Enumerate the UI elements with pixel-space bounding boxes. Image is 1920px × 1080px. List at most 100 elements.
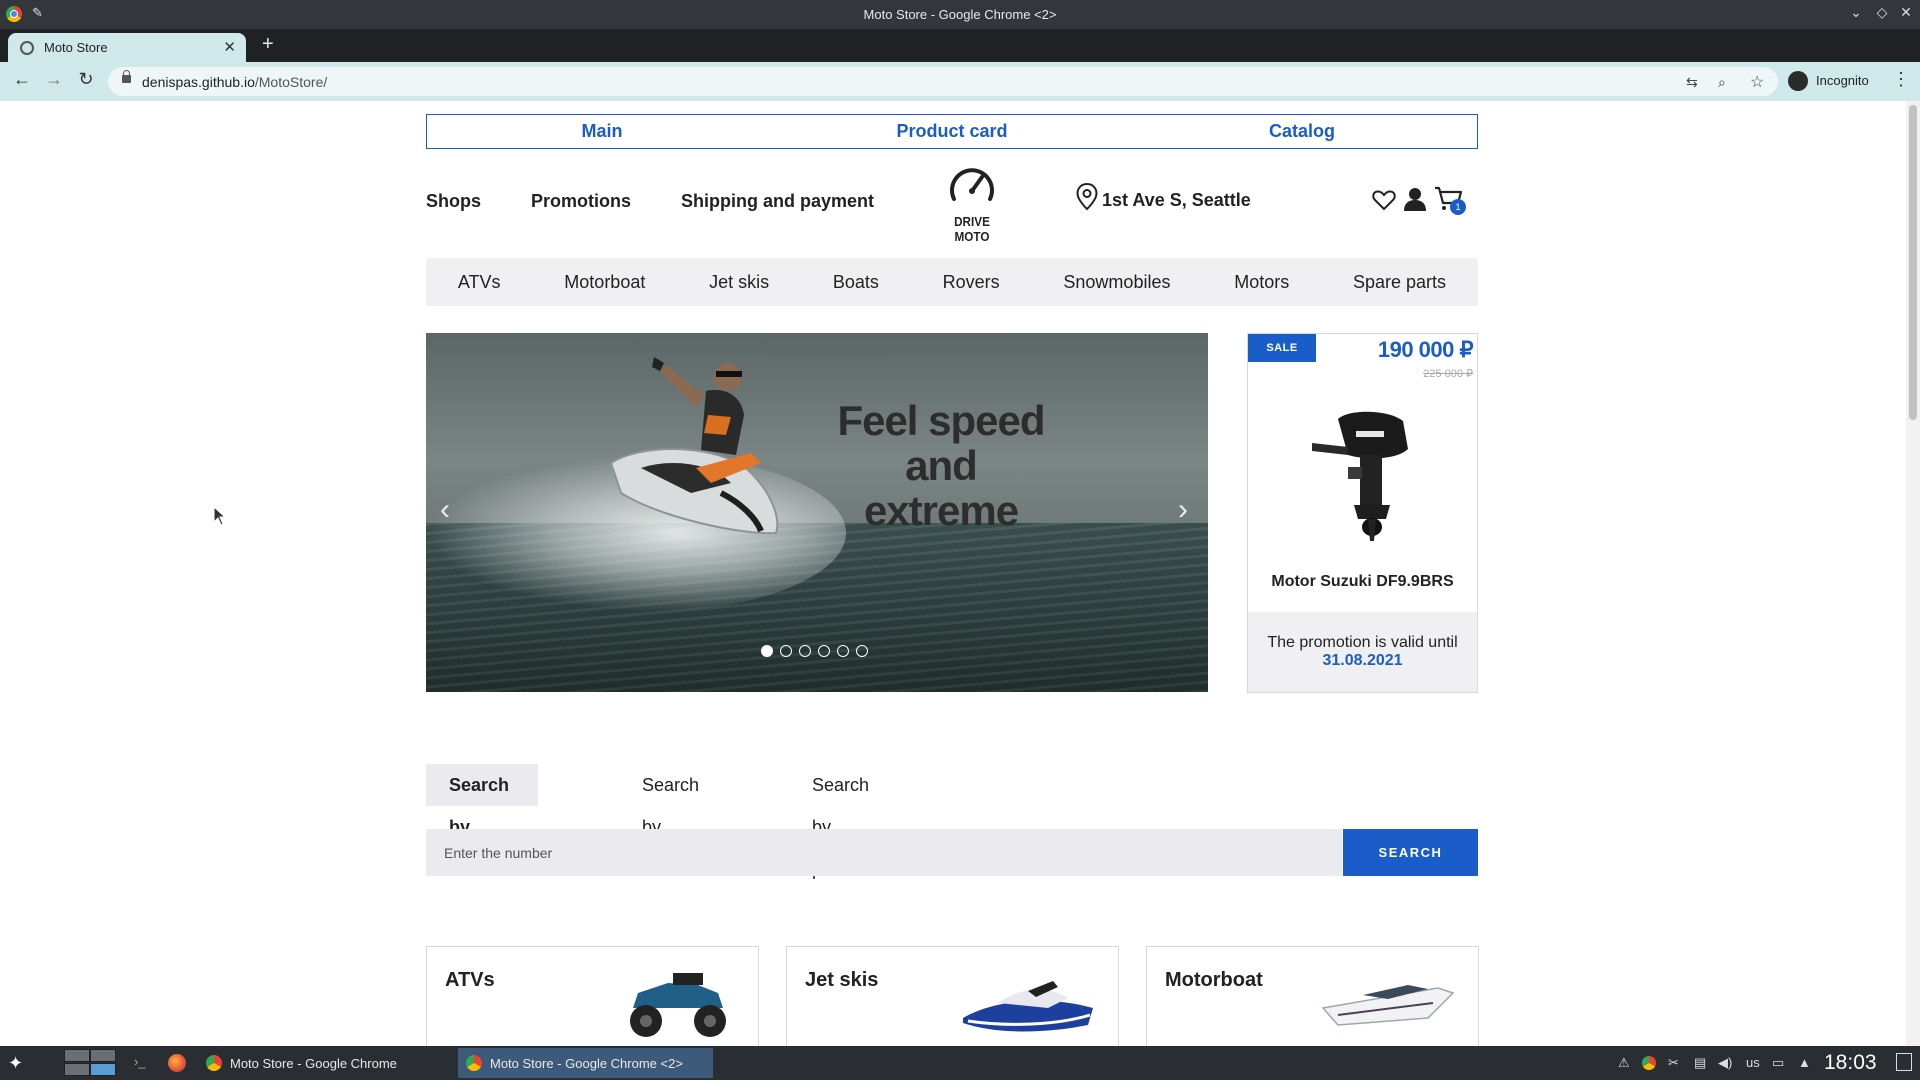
card-atvs[interactable]: ATVs xyxy=(426,946,759,1046)
sale-product-card[interactable]: SALE 190 000 ₽ 225 000 ₽ Motor Suzuki DF… xyxy=(1247,333,1478,693)
bookmark-star-icon[interactable]: ☆ xyxy=(1750,72,1764,92)
nav-product-card[interactable]: Product card xyxy=(777,115,1127,148)
sale-product-name[interactable]: Motor Suzuki DF9.9BRS xyxy=(1248,573,1477,591)
reload-icon[interactable]: ↻ xyxy=(74,69,98,90)
motorboat-image xyxy=(1321,985,1455,1026)
speedometer-icon xyxy=(950,168,994,201)
location-text: 1st Ave S, Seattle xyxy=(1102,190,1251,210)
taskbar-task-chrome-2[interactable]: Moto Store - Google Chrome <2> xyxy=(458,1048,713,1078)
card-motorboat[interactable]: Motorboat xyxy=(1146,946,1479,1046)
site-logo[interactable]: DRIVE MOTO xyxy=(936,165,1016,244)
firefox-icon[interactable] xyxy=(168,1054,186,1072)
volume-icon[interactable]: ◀) xyxy=(1718,1055,1732,1071)
rider-illustration xyxy=(652,357,744,455)
slider-dot-6[interactable] xyxy=(856,645,868,657)
workspace-4[interactable] xyxy=(90,1063,116,1076)
incognito-indicator[interactable]: Incognito xyxy=(1786,68,1880,94)
promo-date: 31.08.2021 xyxy=(1322,652,1403,669)
zoom-icon[interactable]: ⌕ xyxy=(1718,74,1726,91)
heart-icon[interactable] xyxy=(1372,189,1396,211)
user-icon[interactable] xyxy=(1404,187,1426,211)
category-snowmobiles[interactable]: Snowmobiles xyxy=(1063,272,1170,293)
logo-text: DRIVE MOTO xyxy=(954,214,990,244)
workspace-pager[interactable] xyxy=(62,1049,118,1077)
cart-count-badge: 1 xyxy=(1450,199,1466,215)
search-button[interactable]: SEARCH xyxy=(1343,829,1478,876)
window-title: Moto Store - Google Chrome <2> xyxy=(863,7,1057,22)
address-bar[interactable]: denispas.github.io/MotoStore/ ⇆ ⌕ ☆ xyxy=(108,67,1778,96)
nav-main[interactable]: Main xyxy=(427,115,777,148)
card-jet-skis[interactable]: Jet skis xyxy=(786,946,1119,1046)
sale-price: 190 000 ₽ xyxy=(1377,337,1474,362)
slider-pagination xyxy=(761,645,868,657)
hero-slider[interactable]: Feel speed and extreme ‹ › xyxy=(426,333,1208,692)
mouse-cursor-icon xyxy=(213,506,227,526)
category-atvs[interactable]: ATVs xyxy=(458,272,501,293)
headline-line-1: Feel speed xyxy=(837,397,1045,444)
chrome-icon xyxy=(466,1055,482,1071)
top-navigation: Main Product card Catalog xyxy=(426,114,1478,149)
card-title: ATVs xyxy=(445,969,495,991)
header-icons: 1 xyxy=(1362,185,1472,221)
category-motorboat[interactable]: Motorboat xyxy=(564,272,645,293)
category-jet-skis[interactable]: Jet skis xyxy=(709,272,769,293)
number-search-input[interactable] xyxy=(426,829,1342,876)
task-label: Moto Store - Google Chrome xyxy=(230,1056,397,1071)
header-link-promotions[interactable]: Promotions xyxy=(531,191,631,212)
tab-search-by-product[interactable]: Search by product xyxy=(789,764,895,879)
tray-expand-icon[interactable]: ▲ xyxy=(1798,1055,1811,1070)
translate-icon[interactable]: ⇆ xyxy=(1686,74,1698,91)
tab-search-by-number[interactable]: Search by number xyxy=(426,764,539,879)
back-icon[interactable]: ← xyxy=(10,69,34,90)
nav-catalog[interactable]: Catalog xyxy=(1127,115,1477,148)
url-text: denispas.github.io/MotoStore/ xyxy=(142,74,328,90)
header-link-shops[interactable]: Shops xyxy=(426,191,481,212)
atv-image xyxy=(630,973,726,1037)
slider-dot-5[interactable] xyxy=(837,645,849,657)
slider-dot-2[interactable] xyxy=(780,645,792,657)
slider-dot-1[interactable] xyxy=(761,645,773,657)
browser-tab[interactable]: Moto Store ✕ xyxy=(8,33,246,62)
workspace-1[interactable] xyxy=(64,1049,90,1062)
maximize-icon[interactable]: ◇ xyxy=(1872,4,1892,21)
category-rovers[interactable]: Rovers xyxy=(943,272,1000,293)
category-motors[interactable]: Motors xyxy=(1234,272,1289,293)
new-tab-icon[interactable]: + xyxy=(262,33,274,56)
incognito-icon xyxy=(1788,71,1808,91)
slider-next-icon[interactable]: › xyxy=(1178,493,1188,527)
forward-icon[interactable]: → xyxy=(42,69,66,90)
category-spare-parts[interactable]: Spare parts xyxy=(1353,272,1446,293)
task-label: Moto Store - Google Chrome <2> xyxy=(490,1056,683,1071)
header-link-shipping[interactable]: Shipping and payment xyxy=(681,191,874,212)
workspace-2[interactable] xyxy=(90,1049,116,1062)
close-window-icon[interactable]: ✕ xyxy=(1896,4,1916,21)
category-cards: ATVs Jet skis Motorboat xyxy=(426,946,1479,1046)
tab-search-by-brand[interactable]: Search by brand xyxy=(619,764,722,879)
chrome-tray-icon[interactable] xyxy=(1642,1056,1656,1070)
old-price: 225 000 ₽ xyxy=(1423,368,1473,380)
workspace-3[interactable] xyxy=(64,1063,90,1076)
chrome-icon xyxy=(206,1055,222,1071)
incognito-label: Incognito xyxy=(1816,73,1869,88)
minimize-icon[interactable]: ⌄ xyxy=(1846,4,1866,21)
keyboard-layout[interactable]: us xyxy=(1746,1055,1760,1070)
slider-dot-3[interactable] xyxy=(799,645,811,657)
slider-prev-icon[interactable]: ‹ xyxy=(440,493,450,527)
tools-icon[interactable]: ✂ xyxy=(1668,1055,1679,1071)
clipboard-icon[interactable]: ▤ xyxy=(1694,1055,1706,1071)
terminal-icon[interactable]: ›_ xyxy=(134,1054,152,1072)
slider-dot-4[interactable] xyxy=(818,645,830,657)
category-boats[interactable]: Boats xyxy=(833,272,879,293)
network-icon[interactable]: ▭ xyxy=(1772,1055,1784,1071)
tab-close-icon[interactable]: ✕ xyxy=(223,38,236,56)
taskbar-task-chrome-1[interactable]: Moto Store - Google Chrome xyxy=(198,1048,453,1078)
show-desktop-icon[interactable] xyxy=(1896,1053,1912,1071)
promo-info: The promotion is valid until 31.08.2021 xyxy=(1248,612,1477,692)
scrollbar-thumb[interactable] xyxy=(1909,105,1917,420)
sale-badge: SALE xyxy=(1248,334,1316,362)
browser-menu-icon[interactable]: ⋮ xyxy=(1892,69,1910,90)
notification-icon[interactable]: ⚠ xyxy=(1618,1055,1630,1071)
headline-line-2: and xyxy=(905,442,978,489)
page-scrollbar[interactable] xyxy=(1906,101,1920,1046)
app-launcher-icon[interactable]: ✦ xyxy=(8,1053,23,1074)
